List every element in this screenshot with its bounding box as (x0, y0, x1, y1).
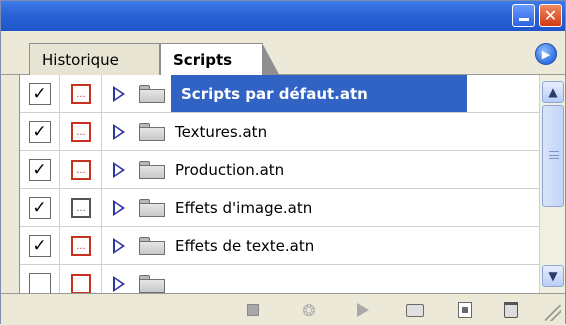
toggle-item-checkbox[interactable]: ✓ (28, 82, 51, 105)
tab-label: Scripts (173, 51, 233, 69)
check-mark-icon: ✓ (32, 235, 47, 256)
folder-icon (139, 161, 165, 179)
toggle-item-checkbox[interactable] (28, 272, 51, 293)
panel-menu-arrow-icon: ▶ (541, 47, 551, 61)
expand-triangle-icon[interactable] (113, 276, 125, 292)
folder-icon (139, 123, 165, 141)
check-mark-icon: ✓ (32, 83, 47, 104)
tab-historique[interactable]: Historique (29, 43, 160, 75)
minimize-icon (518, 18, 529, 21)
check-mark-icon: ✓ (32, 121, 47, 142)
action-set-body: Scripts par défaut.atn (103, 75, 539, 112)
action-set-label: Effets d'image.atn (175, 198, 313, 217)
resize-grip-icon[interactable] (545, 305, 561, 321)
dialog-dots: ... (76, 202, 86, 214)
toggle-item-cell: ✓ (20, 75, 60, 112)
delete-button[interactable] (501, 301, 521, 319)
dialog-toggle-icon[interactable] (71, 273, 91, 293)
action-set-row-partial[interactable] (20, 265, 539, 293)
new-action-button[interactable] (455, 301, 475, 319)
expand-triangle-icon[interactable] (113, 238, 125, 254)
new-set-icon (406, 303, 424, 317)
expand-triangle-icon[interactable] (113, 162, 125, 178)
toggle-dialog-cell: ... (61, 151, 102, 188)
tab-label: Historique (42, 50, 119, 69)
action-set-body (103, 265, 539, 293)
check-mark-icon: ✓ (32, 197, 47, 218)
panel-menu-button[interactable]: ▶ (535, 43, 557, 65)
actions-panel: ✕ Historique Scripts ▶ ✓ ... Scripts par… (0, 0, 566, 325)
action-set-label: Textures.atn (175, 122, 268, 141)
scroll-up-button[interactable]: ▲ (542, 81, 564, 103)
dialog-toggle-icon[interactable]: ... (71, 159, 91, 180)
dialog-dots: ... (76, 126, 86, 138)
new-action-icon (458, 302, 472, 318)
dialog-toggle-icon[interactable]: ... (71, 235, 91, 256)
tab-strip: Historique Scripts ▶ (1, 31, 565, 76)
close-icon: ✕ (543, 5, 558, 25)
toggle-item-checkbox[interactable]: ✓ (28, 120, 51, 143)
stop-icon (247, 304, 259, 316)
grip-icon (549, 151, 559, 159)
action-set-row[interactable]: ✓ ... Effets de texte.atn (20, 227, 539, 265)
tab-scripts[interactable]: Scripts (160, 43, 280, 76)
action-set-body: Textures.atn (103, 113, 539, 150)
chevron-up-icon: ▲ (548, 85, 558, 99)
scroll-down-button[interactable]: ▼ (542, 265, 564, 287)
minimize-button[interactable] (512, 4, 535, 27)
title-bar[interactable]: ✕ (1, 1, 565, 31)
expand-triangle-icon[interactable] (113, 200, 125, 216)
dialog-dots: ... (76, 164, 86, 176)
new-set-button[interactable] (405, 301, 425, 319)
play-button[interactable] (353, 301, 373, 319)
action-set-label: Production.atn (175, 160, 285, 179)
action-set-row[interactable]: ✓ ... Scripts par défaut.atn (20, 75, 539, 113)
stop-button[interactable] (243, 301, 263, 319)
dialog-toggle-icon[interactable]: ... (71, 197, 91, 218)
toggle-item-cell: ✓ (20, 227, 60, 264)
action-set-body: Production.atn (103, 151, 539, 188)
actions-list[interactable]: ✓ ... Scripts par défaut.atn ✓ ... Textu… (19, 75, 539, 293)
bottom-toolbar: ❂ (1, 293, 565, 325)
chevron-down-icon: ▼ (548, 269, 558, 283)
toggle-dialog-cell (61, 265, 102, 293)
close-button[interactable]: ✕ (539, 4, 562, 27)
action-set-label: Effets de texte.atn (175, 236, 315, 255)
toggle-item-cell: ✓ (20, 151, 60, 188)
action-set-label: Scripts par défaut.atn (171, 75, 467, 112)
toggle-dialog-cell: ... (61, 227, 102, 264)
toggle-dialog-cell: ... (61, 189, 102, 226)
action-set-row[interactable]: ✓ ... Production.atn (20, 151, 539, 189)
folder-icon (139, 275, 165, 293)
folder-icon (139, 85, 165, 103)
play-icon (357, 303, 369, 317)
toggle-item-checkbox[interactable]: ✓ (28, 158, 51, 181)
toggle-item-checkbox[interactable]: ✓ (28, 234, 51, 257)
record-icon: ❂ (302, 300, 316, 320)
toggle-item-cell: ✓ (20, 113, 60, 150)
dialog-dots: ... (76, 240, 86, 252)
expand-triangle-icon[interactable] (113, 86, 125, 102)
action-set-body: Effets d'image.atn (103, 189, 539, 226)
action-set-body: Effets de texte.atn (103, 227, 539, 264)
record-button[interactable]: ❂ (299, 300, 319, 320)
folder-icon (139, 237, 165, 255)
check-mark-icon: ✓ (32, 159, 47, 180)
toggle-item-checkbox[interactable]: ✓ (28, 196, 51, 219)
toggle-dialog-cell: ... (61, 75, 102, 112)
dialog-toggle-icon[interactable]: ... (71, 121, 91, 142)
dialog-toggle-icon[interactable]: ... (71, 83, 91, 104)
expand-triangle-icon[interactable] (113, 124, 125, 140)
folder-icon (139, 199, 165, 217)
vertical-scrollbar[interactable]: ▲ ▼ (539, 75, 565, 293)
action-set-row[interactable]: ✓ ... Textures.atn (20, 113, 539, 151)
trash-icon (504, 302, 518, 318)
toggle-item-cell: ✓ (20, 189, 60, 226)
action-set-row[interactable]: ✓ ... Effets d'image.atn (20, 189, 539, 227)
toggle-item-cell (20, 265, 60, 293)
toggle-dialog-cell: ... (61, 113, 102, 150)
dialog-dots: ... (76, 88, 86, 100)
scroll-thumb[interactable] (542, 105, 564, 207)
